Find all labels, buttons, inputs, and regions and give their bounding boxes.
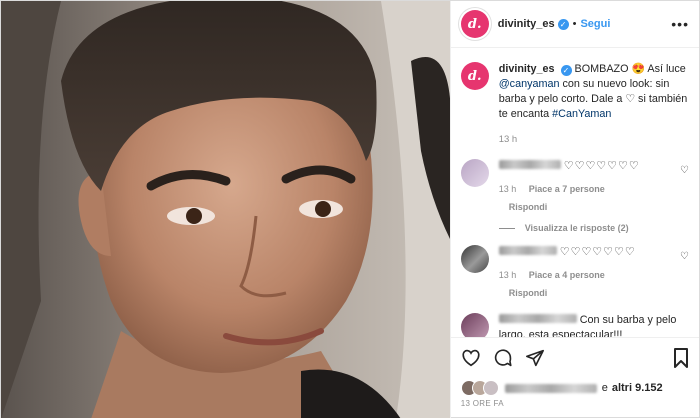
instagram-post: d. divinity_es ✓ • Segui ••• d. divinity… (0, 0, 700, 418)
comment-body: Con su barba y pelo largo, esta espectac… (498, 313, 684, 337)
blurred-username[interactable] (498, 246, 557, 255)
separator-dot: • (572, 18, 577, 30)
comment-bubble-icon[interactable] (493, 348, 513, 367)
bookmark-icon[interactable] (673, 347, 689, 368)
post-timestamp[interactable]: 13 ORE FA (451, 399, 699, 418)
commenter-avatar[interactable] (460, 159, 489, 187)
view-replies-button[interactable]: Visualizza le risposte (2) (498, 223, 689, 233)
commenter-avatar[interactable] (460, 245, 489, 273)
comment-time[interactable]: 13 h (499, 184, 517, 194)
verified-badge-icon: ✓ (557, 18, 569, 30)
mention-link[interactable]: @canyaman (499, 78, 560, 90)
comments-section[interactable]: d. divinity_es ✓ BOMBAZO 😍 Así luce @can… (451, 48, 699, 337)
heart-outline-icon[interactable]: ♡ (680, 251, 689, 262)
reply-button[interactable]: Rispondi (509, 200, 684, 215)
likes-prefix: e (601, 382, 608, 394)
comment-item: ♡♡♡♡♡♡♡ 13 h Piace a 4 persone Rispondi … (460, 245, 689, 301)
verified-badge-icon: ✓ (560, 65, 572, 76)
portrait-image (1, 1, 450, 418)
caption-text-2: Así luce (647, 63, 686, 75)
follow-button[interactable]: Segui (580, 18, 610, 30)
comment-body: ♡♡♡♡♡♡♡ 13 h Piace a 4 persone Rispondi (498, 245, 684, 301)
hashtag-link[interactable]: #CanYaman (552, 108, 611, 120)
caption-avatar[interactable]: d. (460, 62, 489, 90)
comment-item: Con su barba y pelo largo, esta espectac… (460, 313, 689, 337)
blurred-username[interactable] (498, 314, 577, 323)
caption-username[interactable]: divinity_es (499, 63, 555, 75)
liker-avatars[interactable] (460, 380, 499, 396)
comment-text: ♡♡♡♡♡♡♡ (563, 160, 640, 172)
post-photo[interactable] (1, 1, 450, 418)
caption-text-1: BOMBAZO (574, 63, 629, 75)
caption-body: divinity_es ✓ BOMBAZO 😍 Así luce @canyam… (499, 62, 689, 147)
heart-outline-icon: ♡ (625, 93, 636, 105)
caption-avatar-letter: d. (467, 68, 482, 84)
caption-meta: 13 h (499, 132, 689, 147)
caption-time[interactable]: 13 h (499, 134, 518, 145)
post-header: d. divinity_es ✓ • Segui ••• (450, 1, 699, 48)
comment-meta: 13 h Piace a 4 persone Rispondi (499, 268, 684, 301)
comment-body: ♡♡♡♡♡♡♡ 13 h Piace a 7 persone Rispondi (498, 159, 684, 215)
account-username[interactable]: divinity_es (498, 18, 555, 30)
ellipsis-icon[interactable]: ••• (671, 16, 689, 32)
post-caption: d. divinity_es ✓ BOMBAZO 😍 Así luce @can… (460, 62, 689, 147)
commenter-avatar[interactable] (460, 313, 489, 337)
comment-time[interactable]: 13 h (499, 270, 517, 280)
action-bar (450, 337, 699, 377)
avatar-letter: d. (467, 16, 482, 32)
comment-likes[interactable]: Piace a 4 persone (529, 270, 605, 280)
likes-count[interactable]: altri 9.152 (612, 382, 663, 394)
comment-item: ♡♡♡♡♡♡♡ 13 h Piace a 7 persone Rispondi … (460, 159, 689, 215)
heart-outline-icon[interactable]: ♡ (680, 165, 689, 176)
view-replies-label: Visualizza le risposte (2) (524, 223, 629, 233)
blurred-liker-names[interactable] (504, 383, 597, 393)
caption-emoji: 😍 (631, 63, 645, 75)
reply-button[interactable]: Rispondi (509, 286, 684, 301)
comment-text: ♡♡♡♡♡♡♡ (559, 246, 636, 258)
blurred-username[interactable] (498, 160, 561, 169)
liker-avatar (482, 380, 499, 396)
post-side-panel: d. divinity_es ✓ • Segui ••• d. divinity… (449, 1, 699, 418)
heart-outline-icon[interactable] (461, 349, 481, 367)
account-avatar[interactable]: d. (460, 10, 489, 38)
paper-plane-icon[interactable] (525, 349, 545, 367)
comment-likes[interactable]: Piace a 7 persone (529, 184, 605, 194)
likes-summary: e altri 9.152 (451, 377, 699, 399)
replies-divider (498, 227, 515, 229)
comment-meta: 13 h Piace a 7 persone Rispondi (499, 182, 684, 215)
